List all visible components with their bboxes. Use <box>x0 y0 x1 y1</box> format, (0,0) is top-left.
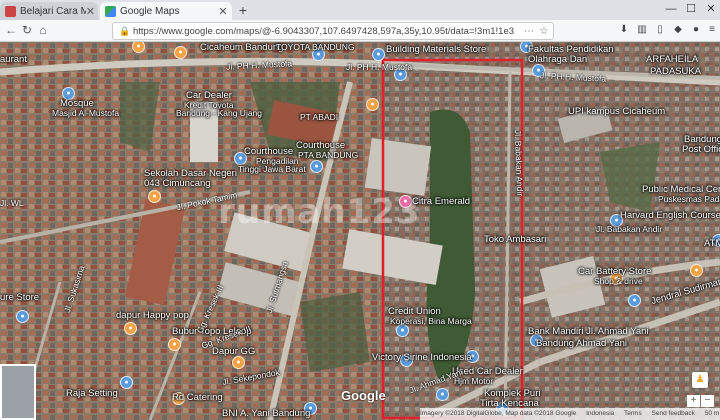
tab-google-maps[interactable]: Google Maps ✕ <box>100 2 232 20</box>
place-label: Hjm Motor <box>454 376 494 386</box>
refresh-icon[interactable]: ↻ <box>20 23 34 37</box>
new-tab-button[interactable]: + <box>236 2 250 18</box>
poi-marker-icon[interactable]: ● <box>124 322 137 335</box>
zoom-in-button[interactable]: + <box>687 395 700 407</box>
place-label: Bandung Ahmad Yani <box>536 338 628 349</box>
poi-marker-icon[interactable]: ● <box>168 338 181 351</box>
place-label: ATM <box>704 238 720 249</box>
place-label: dapur Happy pop <box>116 310 189 321</box>
poi-marker-icon[interactable]: ● <box>174 46 187 59</box>
google-logo: Google <box>341 388 386 403</box>
country-label[interactable]: Indonesia <box>586 410 614 417</box>
road-label: Jl. WL <box>0 198 24 208</box>
place-label: Toko Ambasari <box>484 234 547 245</box>
place-label: UPI kampus Cicaheum <box>568 106 666 117</box>
place-label: Cicaheum Bandung <box>200 42 284 53</box>
layers-thumbnail[interactable] <box>0 364 36 420</box>
close-window-icon[interactable]: ✕ <box>702 2 720 16</box>
account-icon[interactable]: ● <box>690 24 702 36</box>
attribution-bar: Imagery ©2018 DigitalGlobe, Map data ©20… <box>420 408 720 420</box>
satellite-map[interactable]: rumah123 ● ● ● ● ● ● ● ● ● ● ● ● ● ● ● ●… <box>0 42 720 420</box>
place-label: Building Materials Store <box>386 44 487 55</box>
pegman-icon[interactable]: ♟ <box>692 372 708 388</box>
place-label: 043 Cimuncang <box>144 178 211 189</box>
place-label: Victory Sirine Indonesia <box>372 352 472 363</box>
place-label: aurant <box>0 54 27 65</box>
download-icon[interactable]: ⬇ <box>618 24 630 36</box>
place-label: Harvard English Course <box>620 210 720 221</box>
browser-toolbar: ← ↻ ⌂ 🔒 https://www.google.com/maps/@-6.… <box>0 20 720 42</box>
imagery-credit: Imagery ©2018 DigitalGlobe, Map data ©20… <box>420 410 577 417</box>
poi-marker-icon[interactable]: ● <box>436 388 449 401</box>
watermark: rumah123 <box>218 192 421 232</box>
lock-icon: 🔒 <box>119 26 131 36</box>
place-label: BNI A. Yani Bandung <box>222 408 311 419</box>
tab-label: Google Maps <box>120 5 180 17</box>
place-label: Olahraga Dan <box>528 54 588 65</box>
poi-marker-icon[interactable]: ● <box>120 376 133 389</box>
back-icon[interactable]: ← <box>4 23 18 37</box>
zoom-out-button[interactable]: − <box>701 395 714 407</box>
tab-label: Belajari Cara Membuat Iklan Ju <box>20 5 86 17</box>
close-icon[interactable]: ✕ <box>217 5 229 18</box>
place-label: PADASUKA <box>650 66 702 77</box>
sidebar-icon[interactable]: ▯ <box>654 24 666 36</box>
page-icon <box>5 5 16 17</box>
google-maps-icon <box>105 5 116 17</box>
poi-marker-icon[interactable]: ● <box>232 356 245 369</box>
feedback-link[interactable]: Send feedback <box>652 410 695 417</box>
place-label: Rd Catering <box>172 392 223 403</box>
place-label: Puskesmas Padasuka <box>658 194 720 204</box>
minimize-icon[interactable]: — <box>662 2 680 16</box>
poi-marker-icon[interactable]: ● <box>366 98 379 111</box>
place-label: Bandung - Kang Ujang <box>176 108 263 118</box>
poi-marker-icon[interactable]: ● <box>310 160 323 173</box>
place-label: Post Office <box>682 144 720 155</box>
place-label: Tinggi Jawa Barat <box>238 164 306 174</box>
poi-marker-icon[interactable]: ● <box>372 48 385 61</box>
poi-marker-icon[interactable]: ● <box>628 294 641 307</box>
place-label: TOYOTA BANDUNG <box>276 42 355 52</box>
terms-link[interactable]: Terms <box>624 410 642 417</box>
menu-icon[interactable]: ≡ <box>706 24 718 36</box>
citra-emerald-marker-icon[interactable]: ● <box>399 195 412 208</box>
place-label: ure Store <box>0 292 40 303</box>
place-label: Koperasi, Bina Marga <box>390 316 472 326</box>
more-icon[interactable]: ⋯ <box>523 26 535 37</box>
place-label: ARFAHEILA <box>646 54 699 65</box>
place-label: PTA BANDUNG <box>298 150 359 160</box>
browser-tab-bar: Belajari Cara Membuat Iklan Ju ✕ Google … <box>0 0 720 20</box>
place-label: Dapur GG <box>212 346 256 357</box>
tab-blog[interactable]: Belajari Cara Membuat Iklan Ju ✕ <box>0 2 98 20</box>
home-icon[interactable]: ⌂ <box>36 23 50 37</box>
zoom-controls: + − <box>686 394 716 407</box>
poi-marker-icon[interactable]: ● <box>16 310 29 323</box>
place-label: Jl. Babakan Andir <box>596 224 663 234</box>
road-label: Jl. PH H. Mustofa <box>346 62 413 72</box>
place-label: Raja Setting <box>66 388 118 399</box>
maximize-icon[interactable]: ☐ <box>682 2 700 16</box>
close-icon[interactable]: ✕ <box>86 5 95 18</box>
url-text[interactable]: https://www.google.com/maps/@-6.9043307,… <box>133 26 523 37</box>
place-label: Masjid Al-Mustofa <box>52 108 120 118</box>
library-icon[interactable]: ▥ <box>636 24 648 36</box>
place-label: PT ABADI <box>300 112 339 122</box>
place-label: Shop & drive <box>594 276 643 286</box>
poi-marker-icon[interactable]: ● <box>148 190 161 203</box>
extension-icon[interactable]: ◆ <box>672 24 684 36</box>
place-label: Bank Mandiri Jl. Ahmad Yani <box>528 326 649 337</box>
scale-label[interactable]: 50 m <box>705 410 719 417</box>
poi-marker-icon[interactable]: ● <box>690 264 703 277</box>
place-label: Citra Emerald <box>412 196 471 207</box>
url-bar[interactable]: 🔒 https://www.google.com/maps/@-6.904330… <box>112 22 554 40</box>
bookmark-star-icon[interactable]: ☆ <box>538 26 550 37</box>
